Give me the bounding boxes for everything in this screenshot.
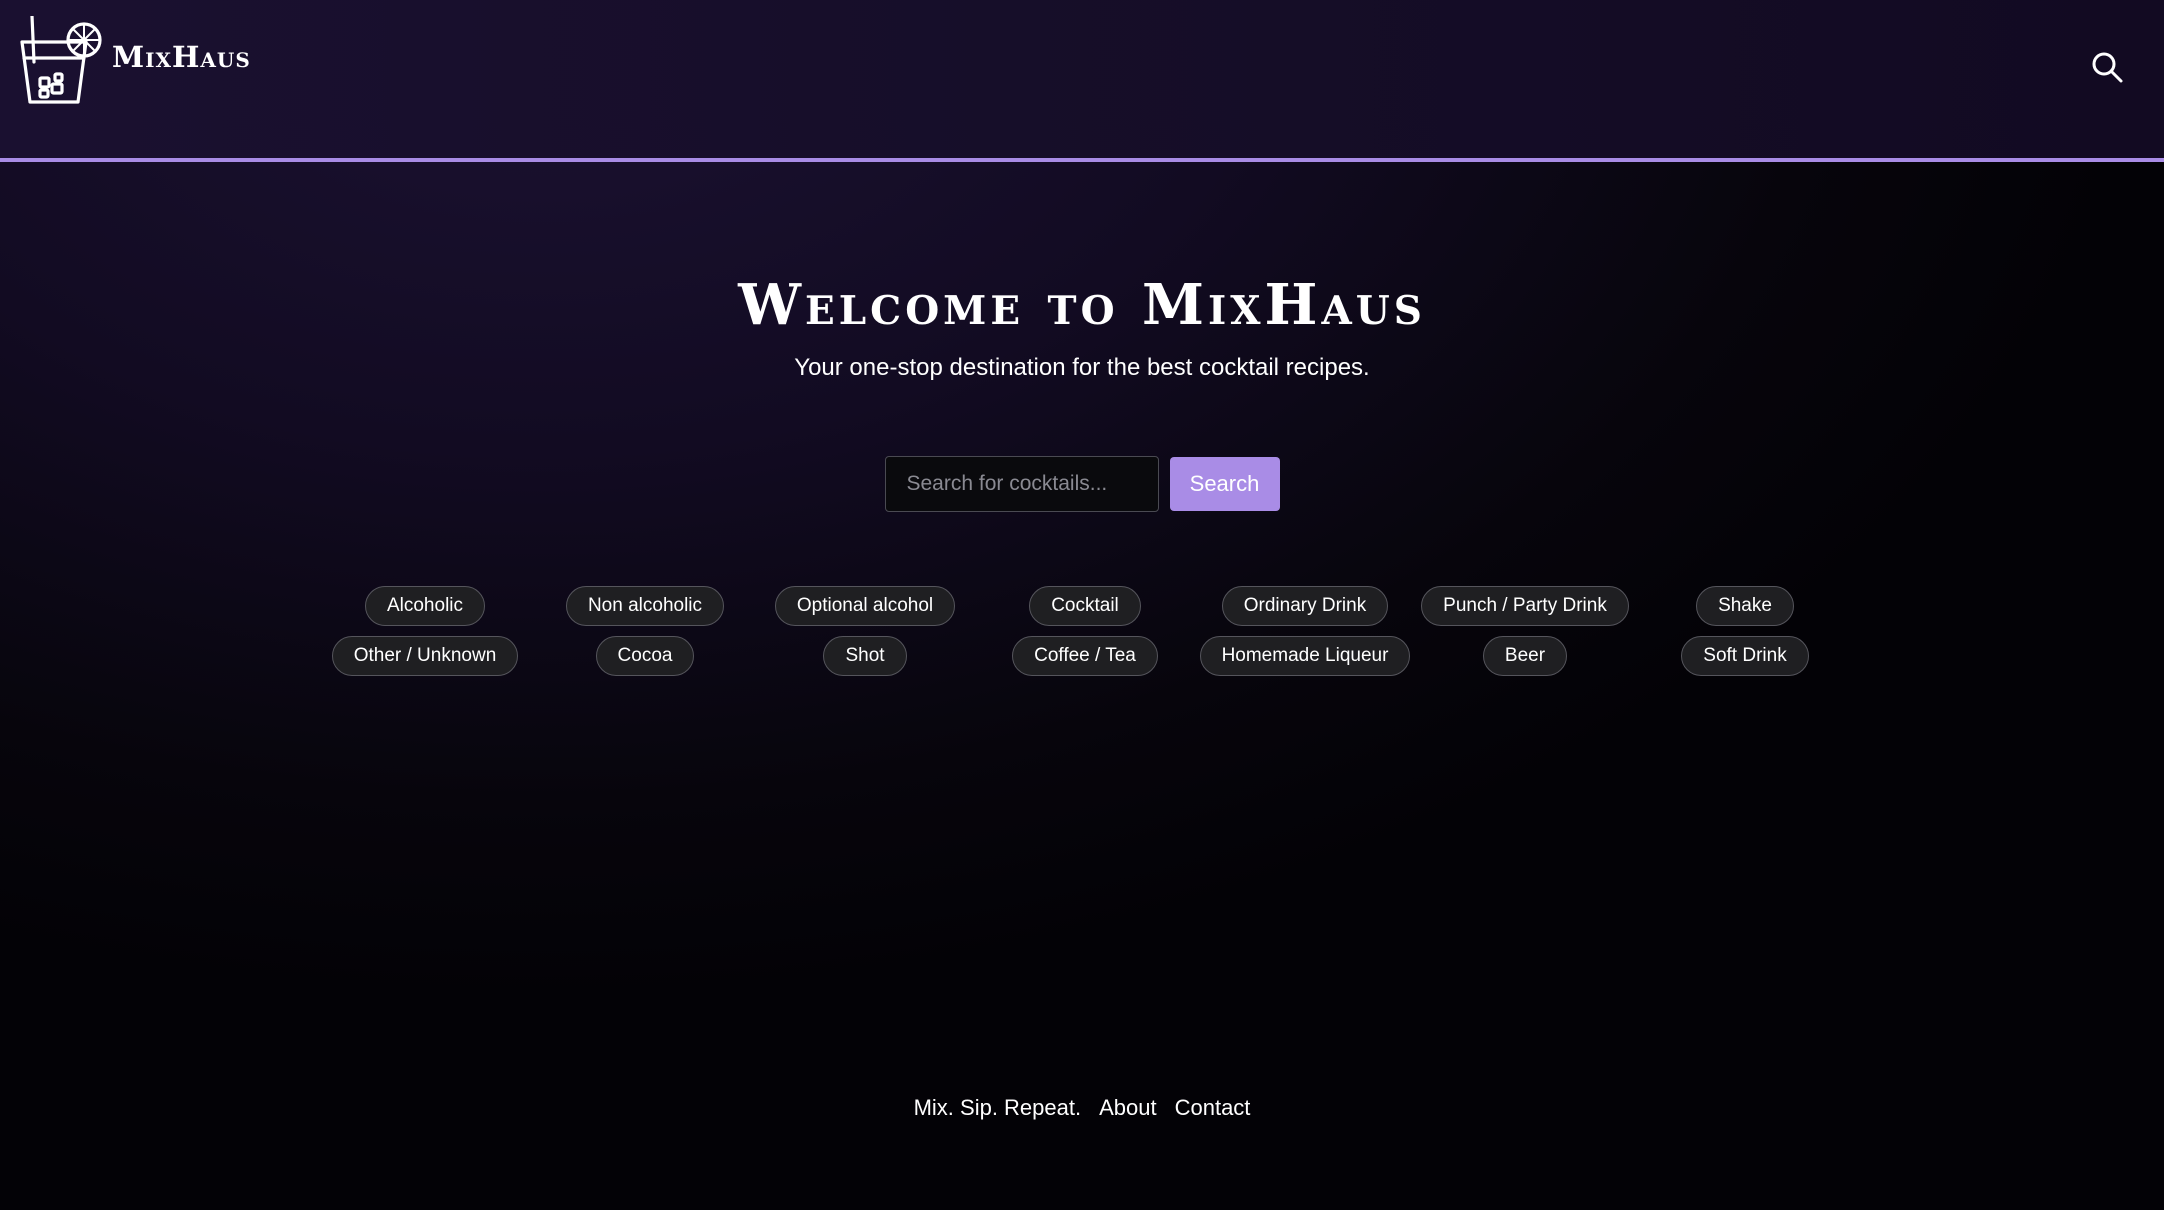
category-chip-optional-alcohol[interactable]: Optional alcohol [774, 586, 956, 626]
category-chip-punch-party-drink[interactable]: Punch / Party Drink [1421, 586, 1629, 626]
site-footer: Mix. Sip. Repeat. About Contact [0, 1093, 2164, 1123]
category-chip-other-unknown[interactable]: Other / Unknown [331, 636, 519, 676]
hero-section: Welcome to MixHaus Your one-stop destina… [0, 270, 2164, 384]
category-chip-shake[interactable]: Shake [1696, 586, 1794, 626]
footer-about-link[interactable]: About [1099, 1093, 1157, 1123]
category-chip-cocktail[interactable]: Cocktail [1029, 586, 1141, 626]
footer-contact-link[interactable]: Contact [1175, 1093, 1251, 1123]
category-chip-cocoa[interactable]: Cocoa [595, 636, 695, 676]
page-subtitle: Your one-stop destination for the best c… [794, 354, 1370, 381]
brand-name: MixHaus [112, 40, 251, 74]
category-chip-coffee-tea[interactable]: Coffee / Tea [1012, 636, 1158, 676]
page-title: Welcome to MixHaus [738, 272, 1426, 338]
category-chip-shot[interactable]: Shot [823, 636, 907, 676]
cocktail-glass-icon [20, 16, 102, 104]
logo-link[interactable]: MixHaus [18, 16, 251, 108]
search-icon [2092, 52, 2123, 83]
category-chip-non-alcoholic[interactable]: Non alcoholic [565, 586, 725, 626]
search-button[interactable]: Search [1169, 457, 1280, 511]
category-chip-homemade-liqueur[interactable]: Homemade Liqueur [1199, 636, 1411, 676]
site-header: MixHaus [0, 0, 2164, 162]
search-form: Search [0, 456, 2164, 512]
category-chip-alcoholic[interactable]: Alcoholic [364, 586, 486, 626]
footer-tagline: Mix. Sip. Repeat. [913, 1095, 1082, 1120]
category-list: Alcoholic Non alcoholic Optional alcohol… [315, 586, 1855, 676]
category-chip-beer[interactable]: Beer [1482, 636, 1568, 676]
category-chip-ordinary-drink[interactable]: Ordinary Drink [1221, 586, 1389, 626]
search-input[interactable] [884, 456, 1159, 512]
category-chip-soft-drink[interactable]: Soft Drink [1681, 636, 1809, 676]
header-search-button[interactable] [2090, 50, 2124, 84]
